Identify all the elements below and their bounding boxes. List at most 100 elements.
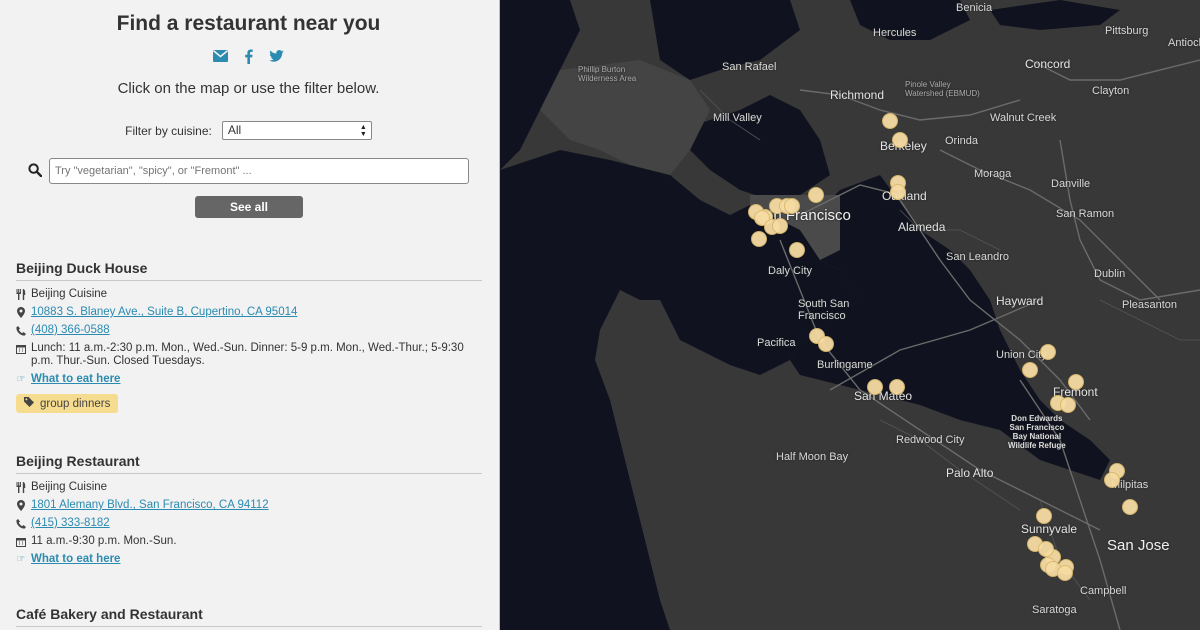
map-label-daly-city: Daly City <box>768 265 813 277</box>
restaurant-marker[interactable] <box>772 218 788 234</box>
restaurant-marker[interactable] <box>1060 397 1076 413</box>
restaurant-marker[interactable] <box>1022 362 1038 378</box>
map-label-pacifica: Pacifica <box>757 337 796 349</box>
cuisine-row: Beijing Cuisine <box>16 481 482 494</box>
restaurant-marker[interactable] <box>1122 499 1138 515</box>
map-label-benicia: Benicia <box>956 2 993 14</box>
utensils-icon <box>16 288 26 301</box>
map-label-south-sf: South San Francisco <box>798 298 850 322</box>
phone-icon <box>16 517 26 530</box>
map-label-orinda: Orinda <box>945 135 979 147</box>
restaurant-card: Beijing Restaurant Beijing Cuisine 1801 … <box>16 453 482 566</box>
address-row: 1801 Alemany Blvd., San Francisco, CA 94… <box>16 499 482 512</box>
restaurant-name: Beijing Restaurant <box>16 453 482 474</box>
map-label-pittsburg: Pittsburg <box>1105 25 1149 37</box>
address-row: 10883 S. Blaney Ave., Suite B, Cupertino… <box>16 306 482 319</box>
map-label-hercules: Hercules <box>873 27 917 39</box>
what-to-eat-link[interactable]: What to eat here <box>31 553 120 566</box>
restaurant-marker[interactable] <box>1057 565 1073 581</box>
hours-text: Lunch: 11 a.m.-2:30 p.m. Mon., Wed.-Sun.… <box>31 342 464 367</box>
hours-row: Lunch: 11 a.m.-2:30 p.m. Mon., Wed.-Sun.… <box>16 342 482 368</box>
map-label-antioch: Antioch <box>1168 37 1200 49</box>
map-label-pinole: Pinole Valley Watershed (EBMUD) <box>905 80 980 98</box>
cuisine-text: Beijing Cuisine <box>31 288 108 300</box>
map-label-saratoga: Saratoga <box>1032 604 1077 616</box>
phone-link[interactable]: (408) 366-0588 <box>31 324 110 337</box>
map-label-redwood-city: Redwood City <box>896 434 965 446</box>
phone-icon <box>16 324 26 337</box>
map-label-philip-burton: Phillip Burton Wilderness Area <box>578 65 637 83</box>
restaurant-marker[interactable] <box>1104 472 1120 488</box>
map-label-sunnyvale: Sunnyvale <box>1021 522 1078 536</box>
search-bar <box>28 158 470 184</box>
see-all-button[interactable]: See all <box>195 196 303 218</box>
restaurant-marker[interactable] <box>892 132 908 148</box>
map-label-san-jose: San Jose <box>1107 537 1170 554</box>
search-icon <box>28 163 43 178</box>
what-to-eat-row: ☞ What to eat here <box>16 373 482 386</box>
map-label-alameda: Alameda <box>898 220 946 234</box>
what-to-eat-link[interactable]: What to eat here <box>31 373 120 386</box>
map-pin-icon <box>16 499 26 512</box>
map-label-burlingame: Burlingame <box>817 359 873 371</box>
restaurant-marker[interactable] <box>867 379 883 395</box>
calendar-icon <box>16 535 26 548</box>
restaurant-map[interactable]: Benicia Hercules Pittsburg Antioch Phillip B… <box>500 0 1200 630</box>
map-label-don-edwards: Don Edwards San Francisco Bay National Wild… <box>1008 414 1066 450</box>
restaurant-marker[interactable] <box>1036 508 1052 524</box>
restaurant-name: Café Bakery and Restaurant <box>16 606 482 627</box>
map-label-moraga: Moraga <box>974 168 1012 180</box>
restaurant-marker[interactable] <box>784 198 800 214</box>
utensils-icon <box>16 481 26 494</box>
map-label-campbell: Campbell <box>1080 585 1127 597</box>
phone-row: (415) 333-8182 <box>16 517 482 530</box>
restaurant-marker[interactable] <box>818 336 834 352</box>
map-label-half-moon-bay: Half Moon Bay <box>776 451 849 463</box>
phone-row: (408) 366-0588 <box>16 324 482 337</box>
cuisine-filter: Filter by cuisine: All ▲ ▼ <box>0 121 497 140</box>
restaurant-marker[interactable] <box>751 231 767 247</box>
address-link[interactable]: 1801 Alemany Blvd., San Francisco, CA 94… <box>31 499 269 512</box>
map-label-walnut-creek: Walnut Creek <box>990 112 1057 124</box>
cuisine-text: Beijing Cuisine <box>31 481 108 493</box>
tag-icon <box>24 397 34 410</box>
map-label-concord: Concord <box>1025 57 1071 71</box>
tag-label: group dinners <box>40 397 111 410</box>
map-label-richmond: Richmond <box>830 88 885 102</box>
map-label-mill-valley: Mill Valley <box>713 112 762 124</box>
social-share-bar <box>0 48 497 64</box>
map-label-san-ramon: San Ramon <box>1056 208 1115 220</box>
restaurant-marker[interactable] <box>890 184 906 200</box>
restaurant-name: Beijing Duck House <box>16 260 482 281</box>
map-label-clayton: Clayton <box>1092 85 1130 97</box>
cuisine-select-value: All <box>227 123 242 137</box>
restaurant-marker[interactable] <box>1068 374 1084 390</box>
hand-point-icon: ☞ <box>16 374 26 385</box>
restaurant-sidebar: Find a restaurant near you Click on the … <box>0 0 500 630</box>
restaurant-marker[interactable] <box>1040 344 1056 360</box>
calendar-icon <box>16 342 26 355</box>
select-arrows-icon: ▲ ▼ <box>359 124 367 138</box>
what-to-eat-row: ☞ What to eat here <box>16 553 482 566</box>
restaurant-marker[interactable] <box>789 242 805 258</box>
restaurant-card: Beijing Duck House Beijing Cuisine 10883… <box>16 260 482 413</box>
filter-label: Filter by cuisine: <box>125 123 212 138</box>
restaurant-marker[interactable] <box>882 113 898 129</box>
restaurant-marker[interactable] <box>889 379 905 395</box>
twitter-icon[interactable] <box>269 48 285 64</box>
map-label-san-rafael: San Rafael <box>722 61 777 73</box>
tag-badge[interactable]: group dinners <box>16 394 119 413</box>
email-icon[interactable] <box>213 48 229 64</box>
facebook-icon[interactable] <box>241 48 257 64</box>
search-input[interactable] <box>49 158 469 184</box>
hand-point-icon: ☞ <box>16 554 26 565</box>
map-pin-icon <box>16 306 26 319</box>
restaurant-marker[interactable] <box>808 187 824 203</box>
address-link[interactable]: 10883 S. Blaney Ave., Suite B, Cupertino… <box>31 306 297 319</box>
hours-text: 11 a.m.-9:30 p.m. Mon.-Sun. <box>31 535 177 547</box>
cuisine-row: Beijing Cuisine <box>16 288 482 301</box>
cuisine-select[interactable]: All ▲ ▼ <box>221 121 372 140</box>
page-title: Find a restaurant near you <box>116 12 381 35</box>
restaurant-marker[interactable] <box>1038 541 1054 557</box>
phone-link[interactable]: (415) 333-8182 <box>31 517 110 530</box>
